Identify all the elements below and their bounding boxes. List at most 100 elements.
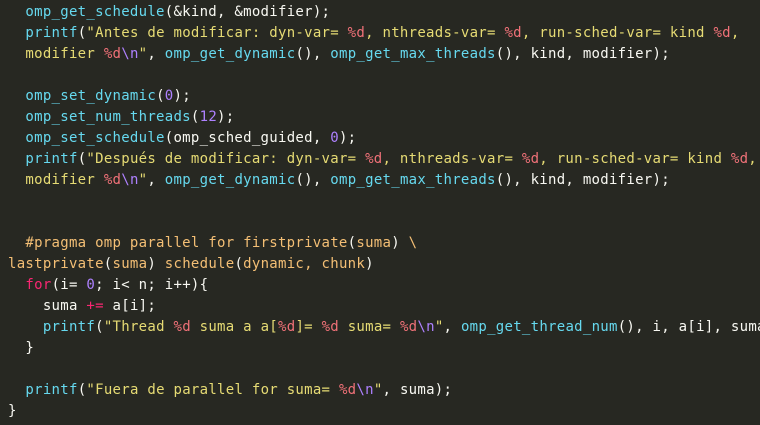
code-line[interactable] — [8, 359, 760, 380]
code-line[interactable]: lastprivate(suma) schedule(dynamic, chun… — [8, 254, 760, 275]
code-token: suma — [112, 256, 148, 272]
code-token: " — [434, 319, 444, 335]
code-token: printf — [25, 382, 78, 398]
code-token: "Antes de modificar: dyn-var= — [86, 25, 348, 41]
code-token: %d — [103, 46, 122, 62]
code-token: %d — [713, 25, 731, 41]
code-line[interactable] — [8, 191, 760, 212]
code-line[interactable]: for(i= 0; i< n; i++){ — [8, 275, 760, 296]
code-token: , — [730, 25, 740, 41]
code-token: %d — [321, 319, 339, 335]
code-token: ); — [173, 88, 191, 104]
code-line[interactable]: printf("Fuera de parallel for suma= %d\n… — [8, 380, 760, 401]
code-editor[interactable]: omp_get_schedule(&kind, &modifier); prin… — [0, 0, 760, 425]
code-token: suma — [356, 235, 392, 251]
code-token: , — [147, 46, 165, 62]
code-token: ; i< n; i++){ — [95, 277, 209, 293]
code-token: " — [373, 382, 383, 398]
code-token: ( — [103, 256, 113, 272]
code-token: %d — [730, 151, 749, 167]
code-token: "Thread — [103, 319, 174, 335]
code-line[interactable]: omp_set_dynamic(0); — [8, 86, 760, 107]
code-token: } — [8, 340, 35, 356]
code-token: dynamic, chunk — [243, 256, 366, 272]
code-line[interactable]: #pragma omp parallel for firstprivate(su… — [8, 233, 760, 254]
code-token: 0 — [330, 130, 339, 146]
code-token: ( — [234, 256, 244, 272]
code-token: \n — [356, 382, 374, 398]
code-line[interactable]: } — [8, 338, 760, 359]
code-token: , run-sched-var= kind — [539, 151, 731, 167]
code-token: %d — [173, 319, 191, 335]
code-token: for — [25, 277, 52, 293]
code-token: ]= — [295, 319, 322, 335]
code-token: schedule — [164, 256, 235, 272]
code-token: omp_set_schedule — [25, 130, 165, 146]
code-token: printf — [25, 25, 78, 41]
code-line[interactable]: printf("Thread %d suma a a[%d]= %d suma=… — [8, 317, 760, 338]
code-token: , — [443, 319, 461, 335]
code-token: (), kind, modifier); — [495, 172, 670, 188]
code-token: (), — [295, 172, 331, 188]
code-token: "Fuera de parallel for suma= — [86, 382, 339, 398]
code-line[interactable]: } — [8, 401, 760, 422]
code-token: omp_get_dynamic — [164, 46, 296, 62]
code-token: modifier — [25, 172, 104, 188]
code-line[interactable] — [8, 212, 760, 233]
code-token: ) — [147, 256, 165, 272]
code-line[interactable]: printf("Antes de modificar: dyn-var= %d,… — [8, 23, 760, 44]
code-token: suma — [8, 298, 87, 314]
code-token: omp_get_schedule — [25, 4, 165, 20]
code-token: #pragma omp parallel for firstprivate — [25, 235, 348, 251]
code-line[interactable]: modifier %d\n", omp_get_dynamic(), omp_g… — [8, 44, 760, 65]
code-token: printf — [42, 319, 96, 335]
code-token: %d — [338, 382, 357, 398]
code-line[interactable]: printf("Después de modificar: dyn-var= %… — [8, 149, 760, 170]
code-token: } — [8, 403, 17, 419]
code-token: , — [147, 172, 165, 188]
code-token: ( — [156, 88, 165, 104]
code-token: (i= — [51, 277, 87, 293]
code-token: , nthreads-var= — [365, 25, 505, 41]
code-token: \n — [417, 319, 435, 335]
code-line[interactable]: modifier %d\n", omp_get_dynamic(), omp_g… — [8, 170, 760, 191]
code-token: ) — [365, 256, 374, 272]
code-line[interactable]: omp_set_schedule(omp_sched_guided, 0); — [8, 128, 760, 149]
code-token: omp_set_dynamic — [25, 88, 157, 104]
code-token: 12 — [199, 109, 218, 125]
code-token: += — [86, 298, 104, 314]
code-token: %d — [504, 25, 522, 41]
code-token: ); — [338, 130, 357, 146]
code-token: omp_get_thread_num — [460, 319, 618, 335]
code-token: omp_get_dynamic — [164, 172, 296, 188]
code-line[interactable] — [8, 65, 760, 86]
code-token: a[i]; — [103, 298, 157, 314]
code-token: %d — [399, 319, 418, 335]
code-token: ) — [391, 235, 409, 251]
code-token: (), i, a[i], suma); — [617, 319, 760, 335]
code-token: %d — [347, 25, 366, 41]
code-token: , nthreads-var= — [382, 151, 522, 167]
code-token: (&kind, &modifier); — [164, 4, 331, 20]
code-token: ( — [190, 109, 200, 125]
code-token: , suma); — [382, 382, 453, 398]
code-line[interactable]: omp_get_schedule(&kind, &modifier); — [8, 2, 760, 23]
code-lines: omp_get_schedule(&kind, &modifier); prin… — [8, 2, 760, 422]
code-line[interactable]: omp_set_num_threads(12); — [8, 107, 760, 128]
code-token: omp_get_max_threads — [330, 46, 496, 62]
code-token: 0 — [164, 88, 174, 104]
code-token: , run-sched-var= kind — [521, 25, 714, 41]
code-token: suma a a[ — [190, 319, 279, 335]
code-line[interactable]: suma += a[i]; — [8, 296, 760, 317]
